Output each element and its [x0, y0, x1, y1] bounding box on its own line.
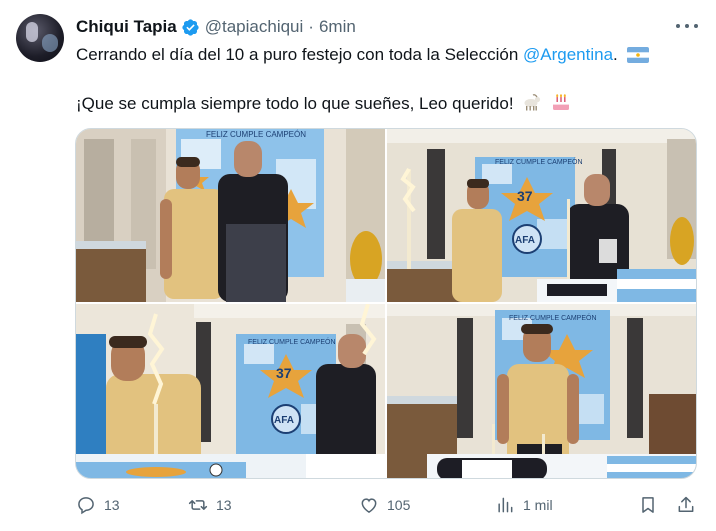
reply-button[interactable]: 13: [76, 490, 120, 520]
share-icon: [678, 496, 694, 512]
birthday-cake-emoji: [551, 92, 571, 118]
like-button[interactable]: 105: [359, 490, 410, 520]
timestamp[interactable]: 6min: [319, 17, 356, 37]
retweet-icon: [188, 500, 208, 510]
mural-number: 37: [276, 365, 292, 381]
goat-emoji: [522, 92, 542, 118]
mural-banner-text: FELIZ CUMPLE CAMPEÓN: [495, 157, 583, 166]
avatar[interactable]: [16, 14, 64, 62]
tweet-text-end: .: [613, 45, 618, 64]
retweet-button[interactable]: 13: [188, 490, 232, 520]
share-button[interactable]: [676, 490, 696, 520]
tweet-text-wish: ¡Que se cumpla siempre todo lo que sueñe…: [76, 94, 514, 113]
mural-banner-text: FELIZ CUMPLE CAMPEÓN: [206, 130, 306, 139]
separator-dot: ·: [308, 17, 314, 36]
tweet-header: Chiqui Tapia @tapiachiqui · 6min: [76, 16, 356, 38]
tweet-text-line-2: ¡Que se cumpla siempre todo lo que sueñe…: [76, 92, 571, 118]
photo-3[interactable]: FELIZ CUMPLE CAMPEÓN 37 AFA: [76, 304, 385, 478]
action-bar: 13 13 105 1 mil: [76, 490, 696, 520]
retweet-count: 13: [216, 497, 232, 513]
reply-icon: [78, 497, 94, 515]
heart-icon: [361, 498, 377, 513]
photo-1[interactable]: FELIZ CUMPLE CAMPEÓN: [76, 129, 385, 302]
views-button[interactable]: 1 mil: [495, 490, 553, 520]
verified-badge-icon: [181, 18, 200, 37]
mural-crest-text: AFA: [274, 415, 294, 426]
more-options-icon[interactable]: [676, 16, 698, 36]
mention-link[interactable]: @Argentina: [523, 45, 613, 64]
bookmark-icon: [642, 497, 654, 513]
photo-4[interactable]: FELIZ CUMPLE CAMPEÓN: [387, 304, 696, 478]
like-count: 105: [387, 497, 411, 513]
tweet-text: Cerrando el día del 10 a puro festejo co…: [76, 45, 524, 64]
mural-crest-text: AFA: [515, 235, 535, 246]
views-count: 1 mil: [523, 497, 553, 513]
mural-banner-text: FELIZ CUMPLE CAMPEÓN: [509, 313, 597, 322]
mural-number: 37: [517, 188, 533, 204]
author-handle[interactable]: @tapiachiqui: [205, 17, 304, 37]
tweet-text-line-1: Cerrando el día del 10 a puro festejo co…: [76, 44, 649, 69]
reply-count: 13: [104, 497, 120, 513]
views-chart-icon: [498, 497, 513, 513]
argentina-flag-emoji: [626, 47, 649, 69]
media-grid: FELIZ CUMPLE CAMPEÓN FELIZ CUMPLE CAMPEÓ…: [75, 128, 697, 479]
photo-2[interactable]: FELIZ CUMPLE CAMPEÓN 37 AFA: [387, 129, 696, 302]
bookmark-button[interactable]: [638, 490, 658, 520]
author-name[interactable]: Chiqui Tapia: [76, 17, 177, 37]
tweet[interactable]: Chiqui Tapia @tapiachiqui · 6min Cerrand…: [0, 0, 716, 531]
mural-banner-text: FELIZ CUMPLE CAMPEÓN: [248, 337, 336, 346]
